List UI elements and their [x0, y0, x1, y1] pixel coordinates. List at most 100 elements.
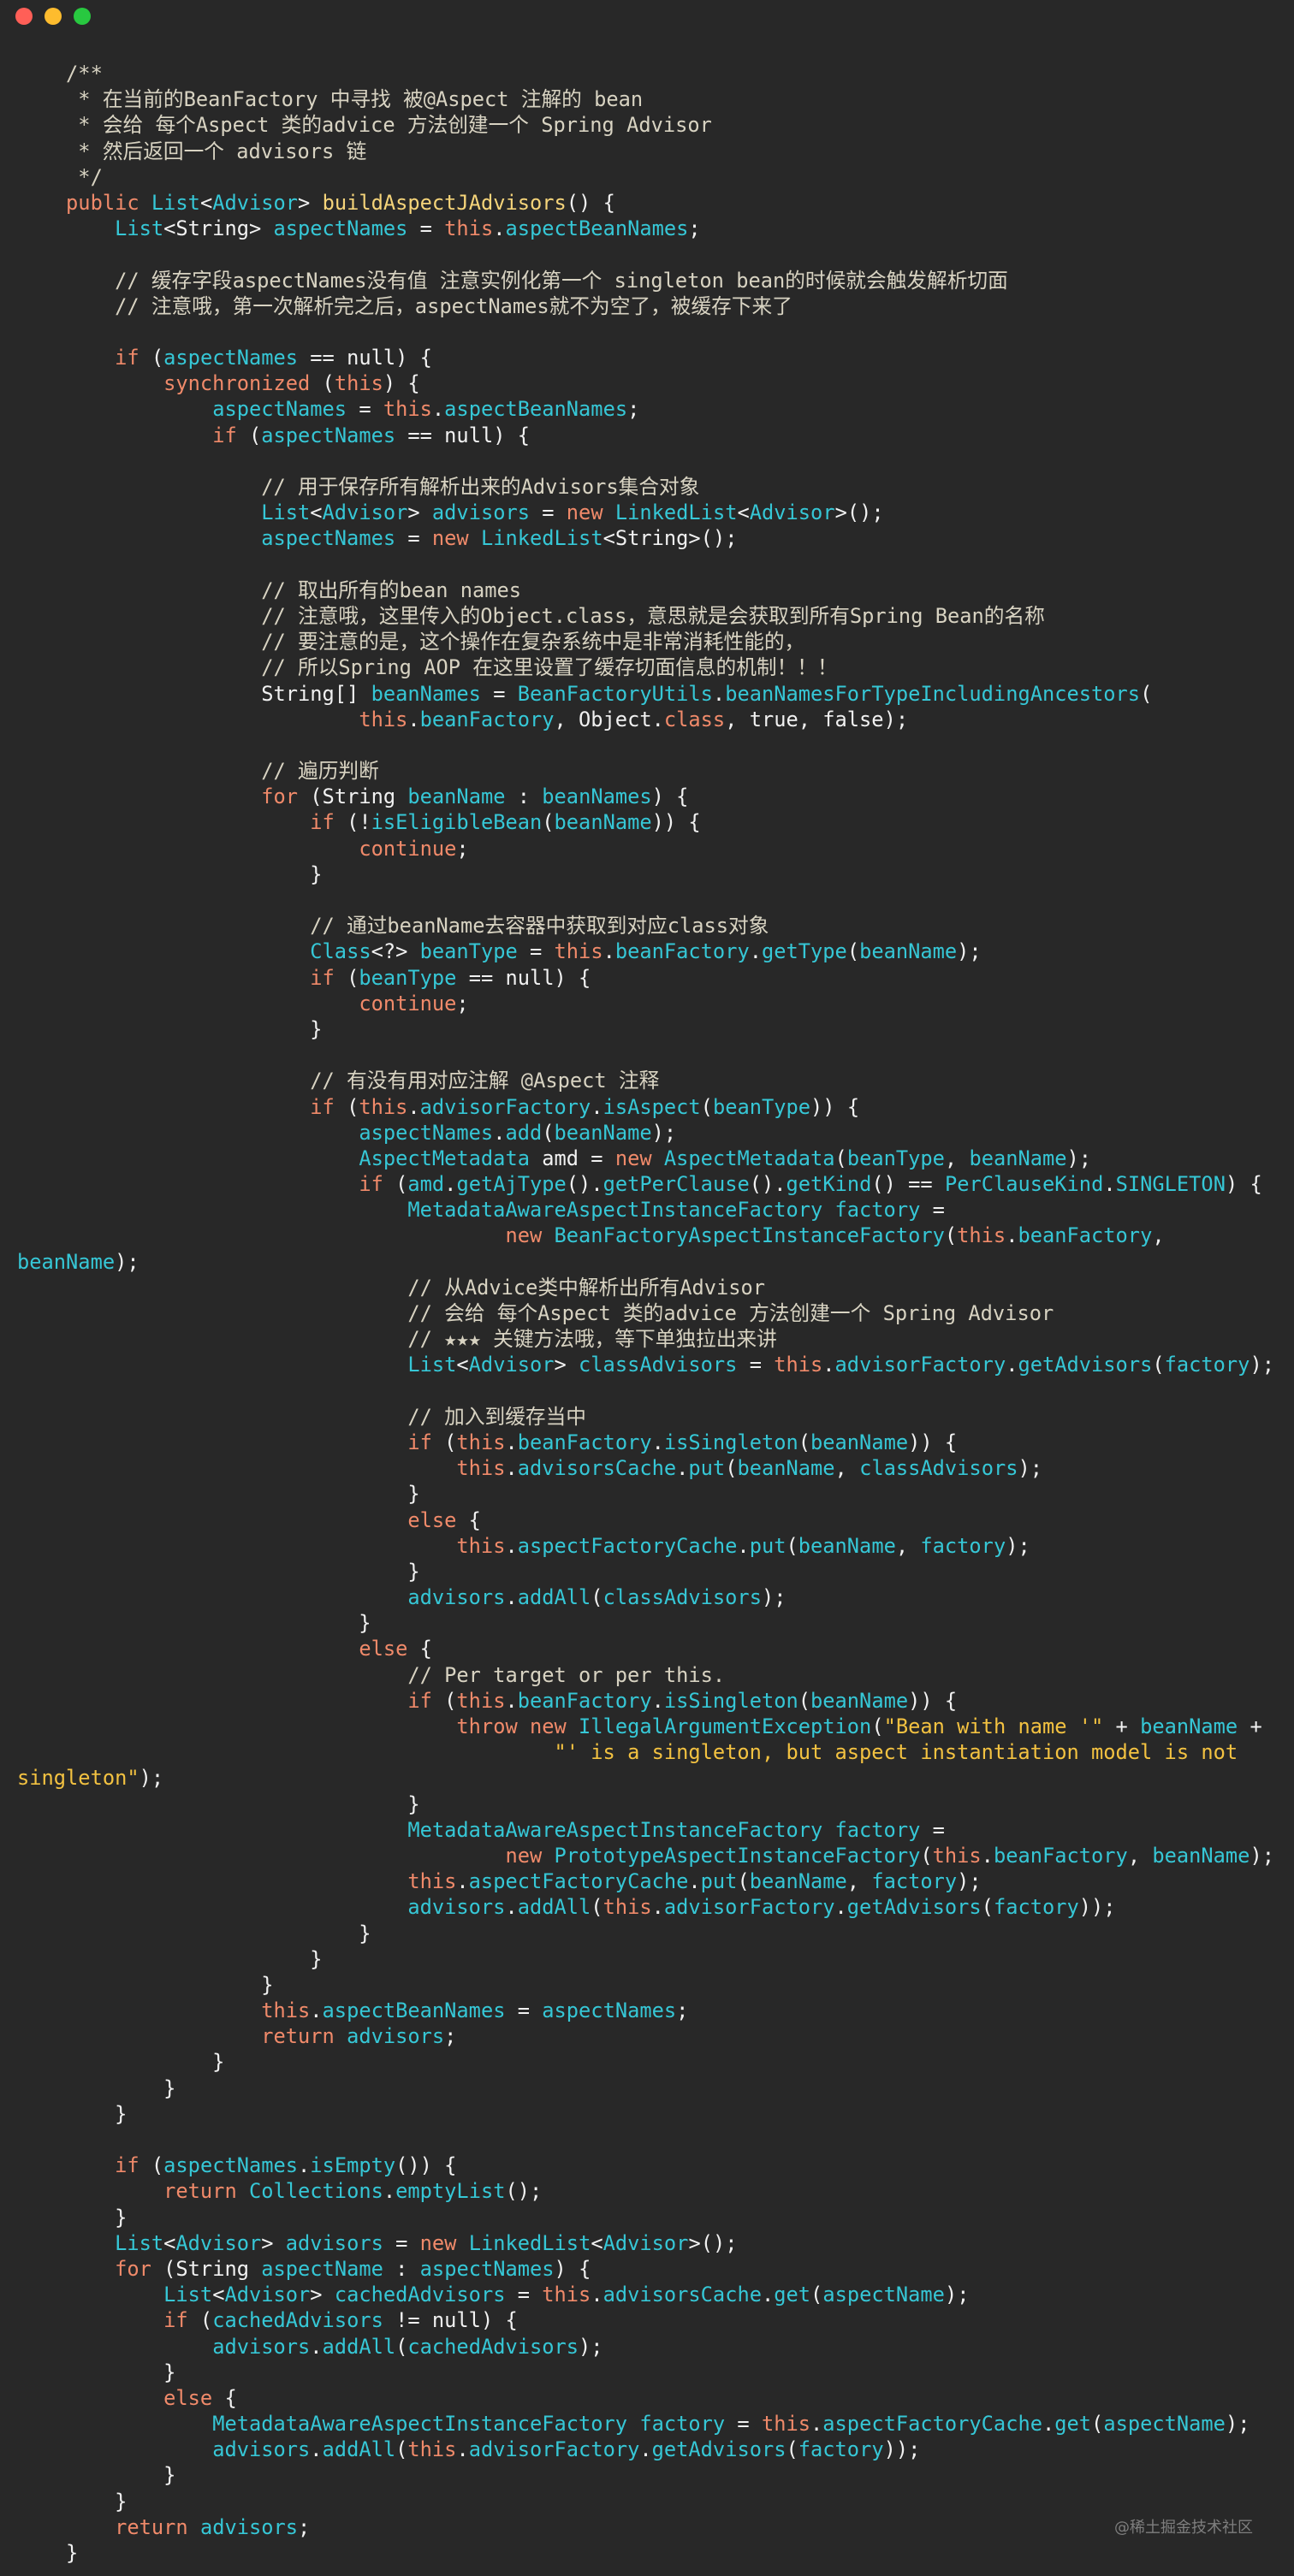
code-token: cachedAdvisors [334, 2283, 506, 2307]
code-token: aspectFactoryCache [822, 2412, 1042, 2437]
code-line: } [17, 1921, 1274, 1946]
code-token: >(); [688, 2230, 738, 2255]
code-token: Class [310, 939, 371, 964]
code-token: . [761, 2283, 775, 2307]
code-token: aspectNames [273, 216, 408, 241]
code-line: } [17, 2489, 1274, 2514]
code-line: return advisors; [17, 2023, 1274, 2049]
code-token: getAjType [456, 1172, 567, 1197]
code-token: // 取出所有的bean names [17, 577, 522, 602]
code-token: advisors [212, 2437, 311, 2462]
code-token: isEmpty [310, 2153, 396, 2178]
code-token: aspectNames [261, 526, 396, 551]
code-line: continue; [17, 991, 1274, 1016]
code-token: , [1152, 1223, 1165, 1248]
code-token: , [944, 1146, 970, 1170]
code-token: . [749, 939, 762, 964]
code-line: else { [17, 1507, 1274, 1533]
code-token: this [761, 2412, 811, 2437]
code-token: beanFactory [517, 1430, 652, 1454]
code-token: beanType [846, 1146, 945, 1170]
code-line: if (aspectNames == null) { [17, 423, 1274, 448]
code-token: { [212, 2385, 237, 2410]
code-token: if [407, 1688, 432, 1713]
code-token: * 会给 每个Aspect 类的advice 方法创建一个 Spring Adv… [17, 113, 712, 138]
code-token: ( [591, 1895, 603, 1920]
code-token: aspectFactoryCache [517, 1533, 738, 1558]
code-token: advisors [347, 2024, 445, 2049]
code-token: ; [456, 836, 469, 861]
code-token: } [17, 2076, 176, 2100]
code-token: , Object. [554, 707, 664, 731]
code-token: + [1238, 1714, 1262, 1738]
code-token: List [163, 2283, 213, 2307]
code-token: // ★★★ 关键方法哦，等下单独拉出来讲 [17, 1327, 777, 1352]
code-token: aspectNames [212, 397, 347, 422]
code-token: (); [505, 2179, 543, 2204]
code-line: // 注意哦，第一次解析完之后，aspectNames就不为空了，被缓存下来了 [17, 293, 1274, 319]
code-token: } [17, 2205, 128, 2230]
code-token: ( [591, 1585, 603, 1610]
code-token: put [688, 1456, 726, 1481]
code-line: synchronized (this) { [17, 370, 1274, 396]
code-line: else { [17, 2385, 1274, 2411]
code-token: if [212, 423, 237, 447]
code-token: advisors [199, 2514, 299, 2539]
code-token: synchronized [163, 371, 311, 396]
code-line: } [17, 2205, 1274, 2230]
code-token: ( [310, 371, 335, 396]
code-line: aspectNames = this.aspectBeanNames; [17, 396, 1274, 422]
code-token: } [17, 2360, 176, 2384]
code-token: . [383, 2179, 396, 2204]
code-line: this.aspectFactoryCache.put(beanName, fa… [17, 1533, 1274, 1559]
code-token: // 有没有用对应注解 @Aspect 注释 [17, 1069, 660, 1093]
code-line: } [17, 1016, 1274, 1042]
code-line: * 会给 每个Aspect 类的advice 方法创建一个 Spring Adv… [17, 112, 1274, 138]
code-token: singleton" [17, 1766, 139, 1791]
code-token: factory [639, 2412, 726, 2437]
minimize-button[interactable] [45, 8, 62, 25]
code-line: else { [17, 1636, 1274, 1661]
code-token: (String [298, 785, 408, 809]
code-line: if (cachedAdvisors != null) { [17, 2307, 1274, 2333]
code-token: . [505, 1585, 518, 1610]
code-token: , [1127, 1843, 1153, 1868]
code-token: . [651, 1430, 664, 1454]
code-token: ); [957, 1869, 982, 1894]
code-token: } [17, 2050, 225, 2075]
code-token: else [407, 1507, 457, 1532]
code-token: List [115, 216, 164, 241]
code-token: = [347, 397, 383, 422]
code-token: for [115, 2256, 151, 2281]
code-token: this [957, 1223, 1006, 1248]
code-token: > [261, 2230, 286, 2255]
code-token: // 通过beanName去容器中获取到对应class对象 [17, 914, 769, 939]
code-token: ( [1140, 681, 1153, 706]
code-token: . [493, 1120, 506, 1145]
close-button[interactable] [15, 8, 33, 25]
zoom-button[interactable] [74, 8, 91, 25]
code-token: class [663, 707, 726, 731]
code-token: (). [749, 1172, 786, 1197]
code-token: . [1006, 1223, 1018, 1248]
code-token: ); [1249, 1353, 1274, 1377]
code-token: ( [810, 2283, 823, 2307]
code-token: Advisor [602, 2230, 689, 2255]
code-token: if [310, 965, 335, 990]
code-token: ); [1018, 1456, 1043, 1481]
